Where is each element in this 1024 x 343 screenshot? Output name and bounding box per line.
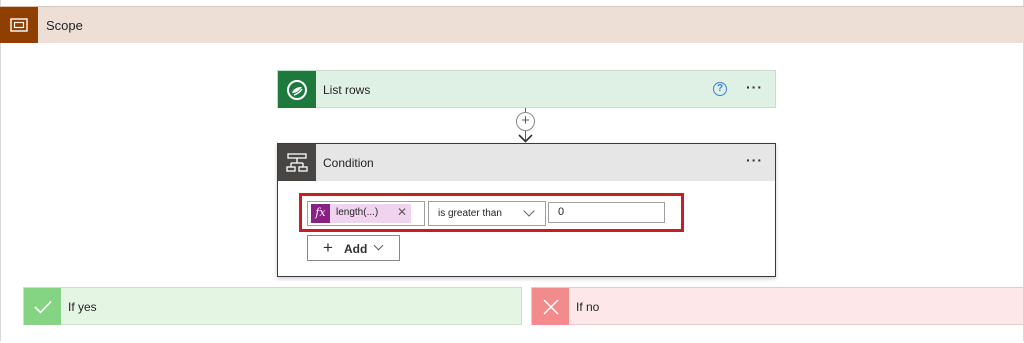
arrow-down-icon bbox=[518, 134, 533, 143]
expression-token-label: length(...) bbox=[336, 207, 379, 218]
insert-step-button[interactable]: + bbox=[516, 112, 535, 131]
list-rows-more-menu[interactable]: ··· bbox=[746, 79, 763, 95]
if-yes-title: If yes bbox=[68, 300, 97, 314]
chevron-down-icon bbox=[523, 205, 535, 217]
scope-title: Scope bbox=[46, 18, 83, 33]
add-button-label: Add bbox=[344, 242, 368, 256]
operator-dropdown[interactable]: is greater than bbox=[428, 201, 546, 226]
operator-value: is greater than bbox=[438, 208, 502, 219]
list-rows-action-card[interactable]: List rows ? ··· bbox=[277, 70, 776, 108]
scope-icon bbox=[0, 7, 38, 43]
condition-title: Condition bbox=[323, 156, 374, 170]
help-icon[interactable]: ? bbox=[713, 82, 727, 96]
list-rows-title: List rows bbox=[323, 83, 371, 97]
scope-header[interactable]: Scope bbox=[0, 6, 1024, 43]
dataverse-icon bbox=[278, 71, 316, 108]
close-icon bbox=[532, 288, 569, 325]
if-no-branch[interactable]: If no bbox=[531, 287, 1024, 325]
if-yes-branch[interactable]: If yes bbox=[23, 287, 522, 325]
condition-header[interactable]: Condition ··· bbox=[278, 144, 775, 181]
remove-token-icon[interactable]: ✕ bbox=[397, 205, 407, 219]
add-condition-button[interactable]: + Add bbox=[307, 235, 400, 261]
function-icon: fx bbox=[311, 204, 330, 223]
condition-left-operand[interactable]: fx length(...) ✕ bbox=[307, 201, 425, 226]
condition-value-input[interactable]: 0 bbox=[548, 202, 665, 223]
check-icon bbox=[24, 288, 61, 325]
condition-icon bbox=[278, 144, 316, 181]
expression-token[interactable]: fx length(...) ✕ bbox=[311, 204, 411, 223]
condition-more-menu[interactable]: ··· bbox=[746, 152, 763, 168]
plus-icon: + bbox=[323, 238, 333, 257]
if-no-title: If no bbox=[576, 300, 600, 314]
chevron-down-icon bbox=[373, 240, 384, 251]
